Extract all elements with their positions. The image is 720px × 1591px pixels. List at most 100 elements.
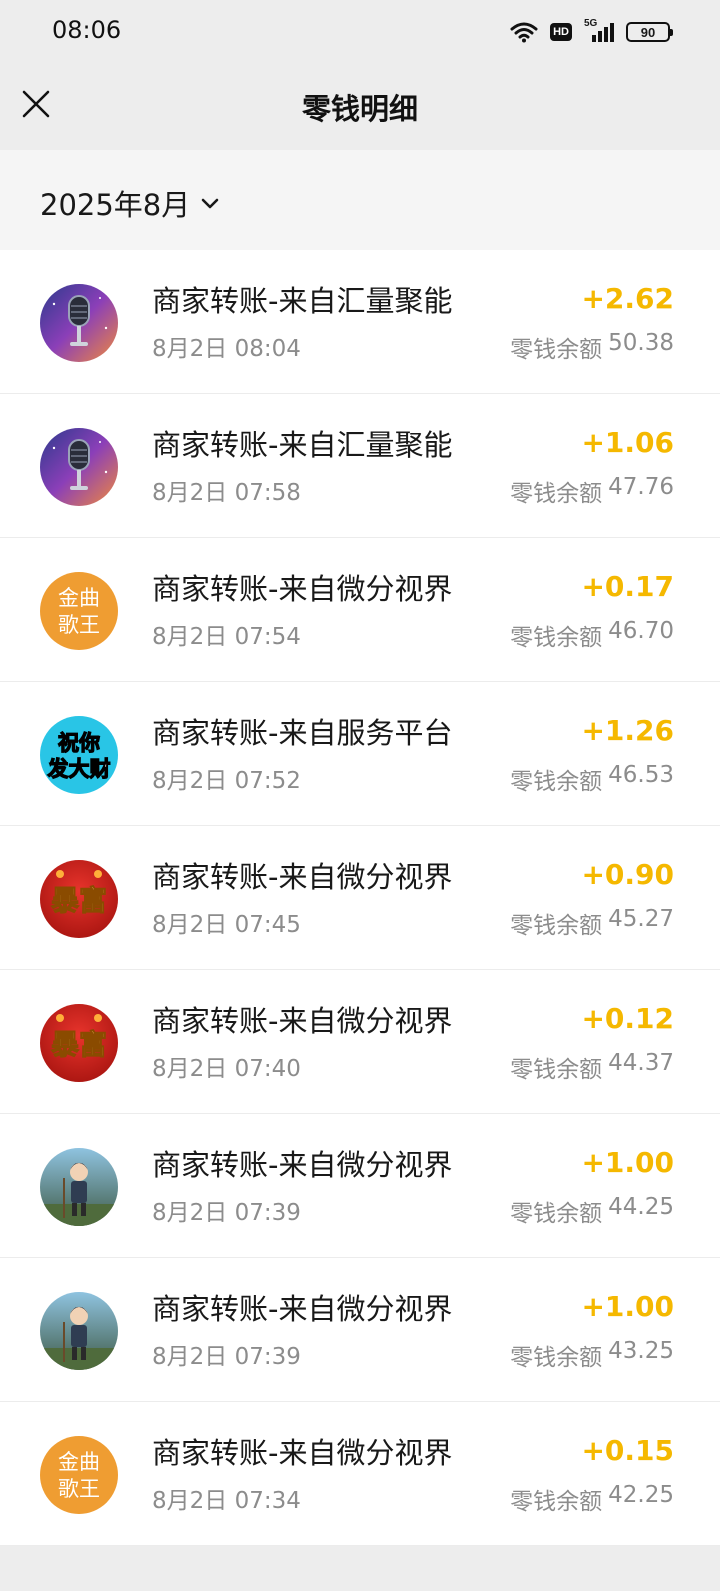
balance-value: 42.25 — [608, 1482, 674, 1508]
battery-icon: 90 — [626, 22, 673, 42]
status-bar: 08:06 HD 5G 90 — [0, 0, 720, 62]
transaction-time: 8月2日 07:58 — [152, 480, 301, 506]
avatar-text: 歌王 — [58, 1477, 100, 1501]
transaction-amount: +1.26 — [581, 714, 674, 747]
balance-info: 零钱余额 46.53 — [510, 762, 674, 796]
balance-value: 45.27 — [608, 906, 674, 932]
avatar: 祝你 发大财 — [40, 716, 118, 794]
microphone-avatar-image — [40, 284, 118, 362]
balance-value: 43.25 — [608, 1338, 674, 1364]
transaction-time: 8月2日 07:54 — [152, 624, 301, 650]
balance-label: 零钱余额 — [510, 481, 603, 507]
transaction-title: 商家转账-来自微分视界 — [152, 572, 453, 606]
transaction-row[interactable]: 祝你 发大财 商家转账-来自服务平台 8月2日 07:52 +1.26 零钱余额 46.53 — [0, 682, 720, 826]
avatar — [40, 1292, 118, 1370]
month-label: 2025年8月 — [40, 188, 191, 222]
transaction-title: 商家转账-来自微分视界 — [152, 1148, 453, 1182]
transaction-row[interactable]: 商家转账-来自微分视界 8月2日 07:39 +1.00 零钱余额 43.25 — [0, 1258, 720, 1402]
balance-info: 零钱余额 43.25 — [510, 1338, 674, 1372]
avatar-text: 金曲 — [58, 1450, 100, 1474]
transaction-amount: +2.62 — [581, 282, 674, 315]
transaction-title: 商家转账-来自微分视界 — [152, 1292, 453, 1326]
avatar — [40, 1148, 118, 1226]
avatar: 金曲 歌王 — [40, 1436, 118, 1514]
balance-info: 零钱余额 50.38 — [510, 330, 674, 364]
avatar-text: 暴富 — [51, 884, 107, 917]
balance-value: 46.53 — [608, 762, 674, 788]
status-icons: HD 5G 90 — [510, 18, 673, 46]
avatar-text: 暴富 — [51, 1028, 107, 1061]
transaction-time: 8月2日 07:39 — [152, 1344, 301, 1370]
balance-label: 零钱余额 — [510, 337, 603, 363]
transaction-time: 8月2日 08:04 — [152, 336, 301, 362]
balance-info: 零钱余额 44.37 — [510, 1050, 674, 1084]
transaction-time: 8月2日 07:52 — [152, 768, 301, 794]
page-title: 零钱明细 — [301, 92, 418, 126]
microphone-avatar-image — [40, 428, 118, 506]
transaction-row[interactable]: 商家转账-来自微分视界 8月2日 07:39 +1.00 零钱余额 44.25 — [0, 1114, 720, 1258]
wifi-icon — [510, 22, 538, 43]
balance-label: 零钱余额 — [510, 1489, 603, 1515]
transaction-amount: +1.00 — [581, 1290, 674, 1323]
balance-value: 47.76 — [608, 474, 674, 500]
balance-info: 零钱余额 45.27 — [510, 906, 674, 940]
status-time: 08:06 — [52, 16, 122, 44]
transaction-title: 商家转账-来自微分视界 — [152, 1436, 453, 1470]
balance-value: 44.25 — [608, 1194, 674, 1220]
avatar-text: 祝你 — [58, 731, 100, 755]
text-avatar-image: 暴富 — [40, 1004, 118, 1082]
transaction-row[interactable]: 金曲 歌王 商家转账-来自微分视界 8月2日 07:54 +0.17 零钱余额 46.70 — [0, 538, 720, 682]
balance-value: 50.38 — [608, 330, 674, 356]
transaction-amount: +0.90 — [581, 858, 674, 891]
avatar-text: 发大财 — [47, 757, 111, 781]
avatar-text: 金曲 — [58, 586, 100, 610]
character-avatar-image — [40, 1292, 118, 1370]
balance-label: 零钱余额 — [510, 769, 603, 795]
balance-info: 零钱余额 44.25 — [510, 1194, 674, 1228]
balance-label: 零钱余额 — [510, 625, 603, 651]
transaction-row[interactable]: 商家转账-来自汇量聚能 8月2日 08:04 +2.62 零钱余额 50.38 — [0, 250, 720, 394]
balance-info: 零钱余额 46.70 — [510, 618, 674, 652]
balance-label: 零钱余额 — [510, 1201, 603, 1227]
transaction-title: 商家转账-来自服务平台 — [152, 716, 453, 750]
chevron-down-icon — [201, 198, 219, 209]
transaction-title: 商家转账-来自汇量聚能 — [152, 428, 453, 462]
transaction-time: 8月2日 07:39 — [152, 1200, 301, 1226]
avatar — [40, 428, 118, 506]
transaction-time: 8月2日 07:45 — [152, 912, 301, 938]
avatar: 暴富 — [40, 860, 118, 938]
transaction-row[interactable]: 暴富 商家转账-来自微分视界 8月2日 07:45 +0.90 零钱余额 45.27 — [0, 826, 720, 970]
transaction-row[interactable]: 商家转账-来自汇量聚能 8月2日 07:58 +1.06 零钱余额 47.76 — [0, 394, 720, 538]
transaction-time: 8月2日 07:34 — [152, 1488, 301, 1514]
balance-value: 44.37 — [608, 1050, 674, 1076]
month-picker[interactable]: 2025年8月 — [40, 182, 222, 224]
hd-badge: HD — [550, 23, 572, 41]
nav-bar: 零钱明细 — [0, 62, 720, 150]
avatar — [40, 284, 118, 362]
balance-label: 零钱余额 — [510, 1345, 603, 1371]
text-avatar-image: 祝你发大财 — [40, 716, 118, 794]
transaction-title: 商家转账-来自微分视界 — [152, 1004, 453, 1038]
transaction-amount: +0.12 — [581, 1002, 674, 1035]
balance-info: 零钱余额 47.76 — [510, 474, 674, 508]
balance-info: 零钱余额 42.25 — [510, 1482, 674, 1516]
transaction-row[interactable]: 金曲 歌王 商家转账-来自微分视界 8月2日 07:34 +0.15 零钱余额 42.25 — [0, 1402, 720, 1546]
transaction-row[interactable]: 暴富 商家转账-来自微分视界 8月2日 07:40 +0.12 零钱余额 44.37 — [0, 970, 720, 1114]
balance-label: 零钱余额 — [510, 1057, 603, 1083]
transaction-list: 商家转账-来自汇量聚能 8月2日 08:04 +2.62 零钱余额 50.38 商家转账-… — [0, 250, 720, 1546]
avatar: 暴富 — [40, 1004, 118, 1082]
transaction-title: 商家转账-来自微分视界 — [152, 860, 453, 894]
avatar: 金曲 歌王 — [40, 572, 118, 650]
transaction-amount: +0.17 — [581, 570, 674, 603]
transaction-time: 8月2日 07:40 — [152, 1056, 301, 1082]
transaction-title: 商家转账-来自汇量聚能 — [152, 284, 453, 318]
avatar-text: 歌王 — [58, 613, 100, 637]
transaction-amount: +0.15 — [581, 1434, 674, 1467]
transaction-amount: +1.06 — [581, 426, 674, 459]
text-avatar-image: 金曲歌王 — [40, 572, 118, 650]
balance-value: 46.70 — [608, 618, 674, 644]
character-avatar-image — [40, 1148, 118, 1226]
transaction-amount: +1.00 — [581, 1146, 674, 1179]
signal-icon: 5G — [584, 18, 614, 44]
battery-level: 90 — [640, 24, 656, 40]
